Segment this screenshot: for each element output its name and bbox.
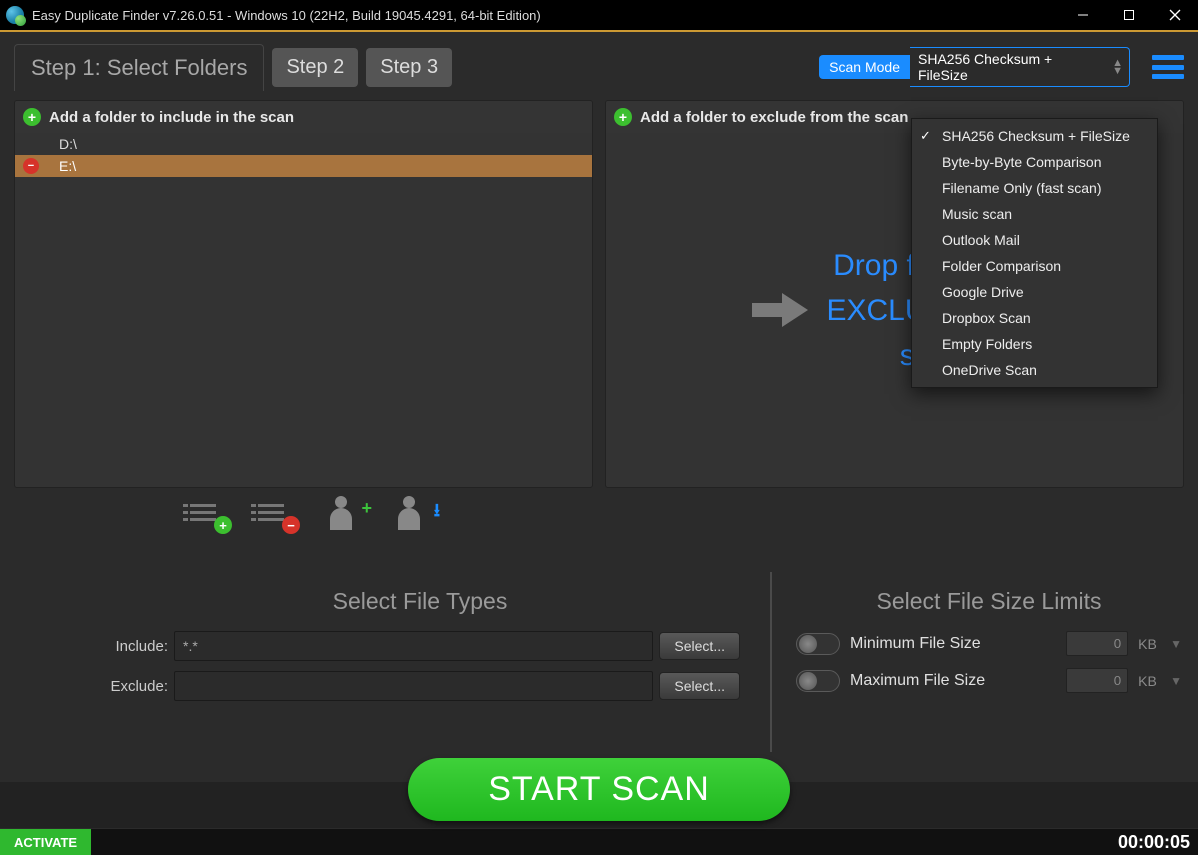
- scan-mode-option[interactable]: Outlook Mail: [912, 227, 1157, 253]
- exclude-select-button[interactable]: Select...: [659, 672, 740, 700]
- max-size-unit-arrow-icon[interactable]: ▼: [1170, 674, 1182, 688]
- minimize-button[interactable]: [1060, 0, 1106, 31]
- min-size-toggle[interactable]: [796, 633, 840, 655]
- scan-mode-option-label: Music scan: [942, 206, 1012, 222]
- include-select-button[interactable]: Select...: [659, 632, 740, 660]
- vertical-divider: [770, 572, 772, 752]
- close-button[interactable]: [1152, 0, 1198, 31]
- tab-step1[interactable]: Step 1: Select Folders: [14, 44, 264, 91]
- scan-mode-dropdown[interactable]: ✓ SHA256 Checksum + FileSize Byte-by-Byte …: [911, 118, 1158, 388]
- scan-mode-option[interactable]: Folder Comparison: [912, 253, 1157, 279]
- min-size-input[interactable]: [1066, 631, 1128, 656]
- bottom-bar: ACTIVATE 00:00:05: [0, 829, 1198, 855]
- scan-mode-option[interactable]: Google Drive: [912, 279, 1157, 305]
- scan-mode-option[interactable]: ✓ SHA256 Checksum + FileSize: [912, 123, 1157, 149]
- scan-mode-option[interactable]: Music scan: [912, 201, 1157, 227]
- include-input[interactable]: [174, 631, 653, 661]
- scan-mode-option-label: Empty Folders: [942, 336, 1032, 352]
- filetypes-title: Select File Types: [100, 588, 740, 615]
- scan-mode-option[interactable]: Empty Folders: [912, 331, 1157, 357]
- max-size-toggle[interactable]: [796, 670, 840, 692]
- scan-mode-select[interactable]: SHA256 Checksum + FileSize ▲▼: [910, 47, 1130, 87]
- folder-path: D:\: [59, 136, 77, 152]
- scan-mode-option[interactable]: Byte-by-Byte Comparison: [912, 149, 1157, 175]
- scan-mode-label: Scan Mode: [819, 55, 910, 79]
- window-controls: [1060, 0, 1198, 31]
- max-size-label: Maximum File Size: [850, 672, 1056, 690]
- sizelimits-title: Select File Size Limits: [796, 588, 1182, 615]
- scan-mode-option-label: Google Drive: [942, 284, 1024, 300]
- start-row: START SCAN: [0, 758, 1198, 821]
- folder-toolbar: + − + ⭳: [0, 488, 1198, 536]
- include-panel-header: + Add a folder to include in the scan: [15, 101, 592, 133]
- exclude-panel-title: Add a folder to exclude from the scan: [640, 109, 908, 126]
- add-profile-icon[interactable]: +: [326, 502, 366, 530]
- exclude-label: Exclude:: [100, 678, 168, 695]
- include-folder-list[interactable]: D:\ − E:\: [15, 133, 592, 487]
- window-title: Easy Duplicate Finder v7.26.0.51 - Windo…: [32, 8, 541, 23]
- scan-mode-option[interactable]: OneDrive Scan: [912, 357, 1157, 383]
- elapsed-timer: 00:00:05: [1118, 832, 1190, 853]
- window-titlebar: Easy Duplicate Finder v7.26.0.51 - Windo…: [0, 0, 1198, 32]
- scan-mode-option-label: SHA256 Checksum + FileSize: [942, 128, 1130, 144]
- scan-mode-option-label: Outlook Mail: [942, 232, 1020, 248]
- include-panel-title: Add a folder to include in the scan: [49, 109, 294, 126]
- updown-icon: ▲▼: [1112, 59, 1123, 75]
- maximize-button[interactable]: [1106, 0, 1152, 31]
- scan-mode-option-label: Filename Only (fast scan): [942, 180, 1102, 196]
- menu-hamburger-icon[interactable]: [1152, 55, 1184, 79]
- tab-step2[interactable]: Step 2: [272, 48, 358, 87]
- scan-mode-option[interactable]: Filename Only (fast scan): [912, 175, 1157, 201]
- scan-mode-option-label: Dropbox Scan: [942, 310, 1031, 326]
- remove-from-list-icon[interactable]: −: [258, 502, 298, 530]
- scan-mode-group: Scan Mode SHA256 Checksum + FileSize ▲▼: [819, 47, 1130, 87]
- add-to-list-icon[interactable]: +: [190, 502, 230, 530]
- sizelimits-section: Select File Size Limits Minimum File Siz…: [796, 588, 1182, 705]
- scan-mode-selected: SHA256 Checksum + FileSize: [918, 51, 1103, 83]
- scan-mode-option-label: Folder Comparison: [942, 258, 1061, 274]
- include-folder-item[interactable]: − E:\: [15, 155, 592, 177]
- import-profile-icon[interactable]: ⭳: [394, 502, 434, 530]
- activate-button[interactable]: ACTIVATE: [0, 829, 91, 855]
- tab-step3[interactable]: Step 3: [366, 48, 452, 87]
- add-exclude-folder-icon[interactable]: +: [614, 108, 632, 126]
- include-panel: + Add a folder to include in the scan D:…: [14, 100, 593, 488]
- remove-folder-icon[interactable]: −: [23, 158, 39, 174]
- app-icon: [6, 6, 24, 24]
- scan-mode-option[interactable]: Dropbox Scan: [912, 305, 1157, 331]
- max-size-unit: KB: [1138, 673, 1160, 689]
- min-size-unit-arrow-icon[interactable]: ▼: [1170, 637, 1182, 651]
- exclude-input[interactable]: [174, 671, 653, 701]
- min-size-unit: KB: [1138, 636, 1160, 652]
- scan-mode-option-label: Byte-by-Byte Comparison: [942, 154, 1102, 170]
- min-size-label: Minimum File Size: [850, 635, 1056, 653]
- start-scan-button[interactable]: START SCAN: [408, 758, 790, 821]
- check-icon: ✓: [920, 128, 931, 144]
- include-label: Include:: [100, 638, 168, 655]
- include-folder-item[interactable]: D:\: [15, 133, 592, 155]
- max-size-input[interactable]: [1066, 668, 1128, 693]
- scan-mode-option-label: OneDrive Scan: [942, 362, 1037, 378]
- add-include-folder-icon[interactable]: +: [23, 108, 41, 126]
- folder-path: E:\: [59, 158, 76, 174]
- top-row: Step 1: Select Folders Step 2 Step 3 Sca…: [0, 32, 1198, 92]
- filetypes-section: Select File Types Include: Select... Exc…: [100, 588, 740, 711]
- arrow-right-icon: [752, 293, 808, 327]
